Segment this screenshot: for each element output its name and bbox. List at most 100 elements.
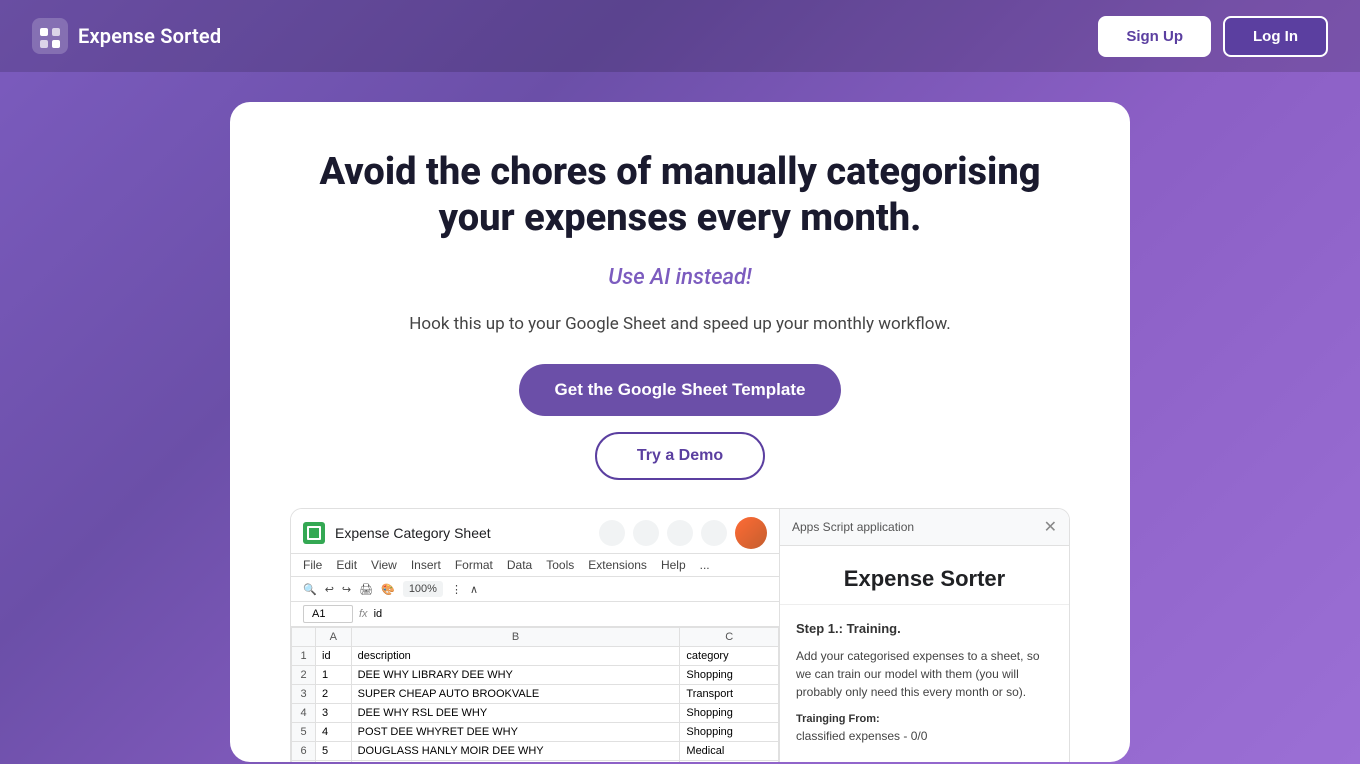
signup-button[interactable]: Sign Up [1098, 16, 1211, 57]
headline: Avoid the chores of manually categorisin… [290, 150, 1070, 241]
cell-cat[interactable]: Transport [680, 685, 779, 704]
cell-cat[interactable]: Shopping [680, 666, 779, 685]
cell-reference[interactable]: A1 [303, 605, 353, 623]
row-number: 2 [292, 666, 316, 685]
zoom-control[interactable]: 100% [403, 581, 443, 597]
collapse-icon: ∧ [470, 583, 478, 596]
panel-description: Add your categorised expenses to a sheet… [796, 647, 1053, 701]
undo-icon[interactable]: ↩ [325, 583, 334, 596]
subtext: Hook this up to your Google Sheet and sp… [409, 314, 950, 334]
logo-area: Expense Sorted [32, 18, 221, 54]
logo-icon [32, 18, 68, 54]
panel-classified-label: classified expenses - 0/0 [796, 727, 1053, 745]
cell-cat[interactable]: Shopping [680, 723, 779, 742]
menu-edit[interactable]: Edit [336, 558, 357, 572]
cell-id[interactable]: 1 [316, 666, 352, 685]
row-number: 5 [292, 723, 316, 742]
cell-desc[interactable]: DEE WHY RSL DEE WHY [351, 704, 680, 723]
hero-card: Avoid the chores of manually categorisin… [230, 102, 1130, 762]
panel-body: Step 1.: Training. Add your categorised … [780, 605, 1069, 762]
cell-desc[interactable]: DOUGLASS HANLY MOIR DEE WHY [351, 742, 680, 761]
cell-b1[interactable]: description [351, 647, 680, 666]
sheets-top-right [599, 517, 767, 549]
formula-bar: A1 fx id [291, 602, 779, 627]
panel-close-button[interactable]: ✕ [1044, 517, 1057, 537]
apps-script-panel: Apps Script application ✕ Expense Sorter… [779, 509, 1069, 762]
menu-format[interactable]: Format [455, 558, 493, 572]
col-a-header: A [316, 628, 352, 647]
table-row: 2 1 DEE WHY LIBRARY DEE WHY Shopping [292, 666, 779, 685]
menu-more[interactable]: ... [700, 558, 710, 572]
menu-view[interactable]: View [371, 558, 397, 572]
panel-app-title: Expense Sorter [796, 566, 1053, 592]
spreadsheet-grid: A B C 1 id description category [291, 627, 779, 762]
panel-header: Expense Sorter [780, 546, 1069, 605]
history-icon [599, 520, 625, 546]
menu-insert[interactable]: Insert [411, 558, 441, 572]
navbar: Expense Sorted Sign Up Log In [0, 0, 1360, 72]
cell-id[interactable]: 2 [316, 685, 352, 704]
paint-format-icon[interactable]: 🎨 [381, 583, 395, 596]
login-button[interactable]: Log In [1223, 16, 1328, 57]
cell-desc[interactable]: DEE WHY LIBRARY DEE WHY [351, 666, 680, 685]
cell-desc[interactable]: POST DEE WHYRET DEE WHY [351, 723, 680, 742]
cell-id[interactable]: 4 [316, 723, 352, 742]
panel-topbar: Apps Script application ✕ [780, 509, 1069, 546]
data-table: A B C 1 id description category [291, 627, 779, 762]
redo-icon[interactable]: ↪ [342, 583, 351, 596]
table-row: 3 2 SUPER CHEAP AUTO BROOKVALE Transport [292, 685, 779, 704]
menu-data[interactable]: Data [507, 558, 532, 572]
panel-training-from-label: Trainging From: [796, 711, 1053, 728]
sheets-app-icon [303, 522, 325, 544]
cell-a1[interactable]: id [316, 647, 352, 666]
table-row: 1 id description category [292, 647, 779, 666]
sheets-doc-title: Expense Category Sheet [335, 525, 589, 541]
print-icon[interactable]: 🖨 [359, 583, 373, 596]
cell-cat[interactable]: Shopping [680, 704, 779, 723]
formula-value: id [374, 608, 383, 620]
panel-header-label: Apps Script application [792, 520, 914, 534]
row-number: 1 [292, 647, 316, 666]
corner-cell [292, 628, 316, 647]
ai-tagline: Use AI instead! [608, 265, 751, 290]
cell-id[interactable]: 3 [316, 704, 352, 723]
menu-extensions[interactable]: Extensions [588, 558, 647, 572]
sheets-mock: Expense Category Sheet File Edit View [291, 509, 779, 762]
col-header-row: A B C [292, 628, 779, 647]
cell-cat[interactable]: Medical [680, 742, 779, 761]
add-people-icon [701, 520, 727, 546]
cell-c1[interactable]: category [680, 647, 779, 666]
table-row: 6 5 DOUGLASS HANLY MOIR DEE WHY Medical [292, 742, 779, 761]
menu-file[interactable]: File [303, 558, 322, 572]
search-icon: 🔍 [303, 583, 317, 596]
table-row: 7 6 KMART WARRIEWOOD Shopping [292, 761, 779, 762]
menu-help[interactable]: Help [661, 558, 686, 572]
fx-label: fx [359, 608, 368, 620]
row-number: 7 [292, 761, 316, 762]
table-row: 4 3 DEE WHY RSL DEE WHY Shopping [292, 704, 779, 723]
sheets-icon-inner [307, 526, 321, 540]
menu-tools[interactable]: Tools [546, 558, 574, 572]
get-sheet-button[interactable]: Get the Google Sheet Template [519, 364, 842, 416]
row-number: 6 [292, 742, 316, 761]
sheets-menu: File Edit View Insert Format Data Tools … [291, 554, 779, 577]
more-options-icon: ⋮ [451, 583, 462, 596]
logo-text: Expense Sorted [78, 24, 221, 48]
cell-desc[interactable]: KMART WARRIEWOOD [351, 761, 680, 762]
cell-cat[interactable]: Shopping [680, 761, 779, 762]
row-number: 3 [292, 685, 316, 704]
sheets-topbar: Expense Category Sheet [291, 509, 779, 554]
cell-desc[interactable]: SUPER CHEAP AUTO BROOKVALE [351, 685, 680, 704]
col-c-header: C [680, 628, 779, 647]
cell-id[interactable]: 6 [316, 761, 352, 762]
screenshot-container: Expense Category Sheet File Edit View [290, 508, 1070, 762]
col-b-header: B [351, 628, 680, 647]
table-row: 5 4 POST DEE WHYRET DEE WHY Shopping [292, 723, 779, 742]
row-number: 4 [292, 704, 316, 723]
cell-id[interactable]: 5 [316, 742, 352, 761]
try-demo-button[interactable]: Try a Demo [595, 432, 765, 480]
sheets-toolbar: 🔍 ↩ ↪ 🖨 🎨 100% ⋮ ∧ [291, 577, 779, 602]
video-icon [667, 520, 693, 546]
chat-icon [633, 520, 659, 546]
avatar [735, 517, 767, 549]
